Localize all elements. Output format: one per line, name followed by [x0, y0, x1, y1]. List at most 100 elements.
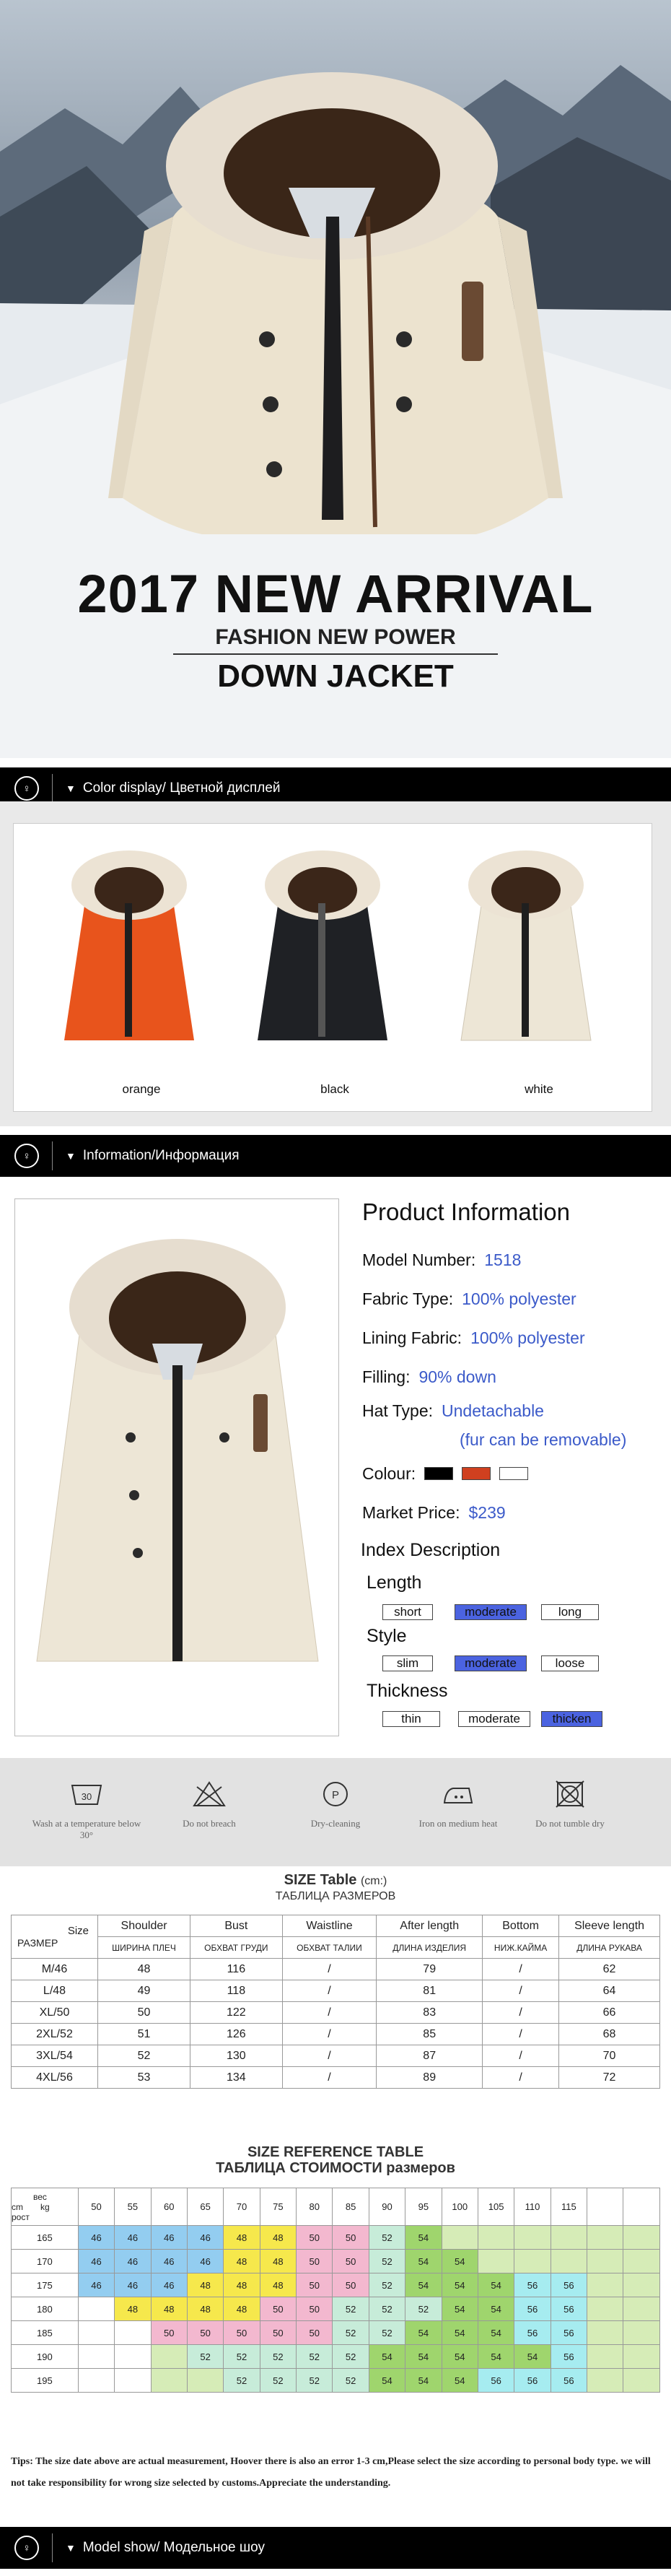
color-display: orange black white	[0, 801, 671, 1126]
no-bleach-icon	[193, 1781, 226, 1806]
ref-size-cell: 50	[186, 2320, 224, 2345]
bar-separator	[52, 774, 53, 803]
hat-note: (fur can be removable)	[460, 1430, 627, 1449]
option-thickness-moderate[interactable]: moderate	[458, 1711, 530, 1727]
ref-size-cell: 56	[550, 2297, 588, 2321]
ref-table-row: 190 52 52 52 52 52 54 54 54 54 54 56	[11, 2344, 660, 2369]
ref-size-cell: 56	[550, 2368, 588, 2393]
size-value-cell: /	[281, 1958, 377, 1980]
ref-size-cell	[587, 2297, 624, 2321]
colour-swatch-black[interactable]	[424, 1467, 454, 1480]
ref-height-label: рост	[12, 2211, 30, 2222]
size-label-cell: XL/50	[11, 2001, 98, 2024]
size-value-cell: 70	[558, 2045, 660, 2067]
ref-size-cell: 54	[405, 2225, 442, 2250]
option-length-short[interactable]: short	[382, 1604, 433, 1620]
ref-weight-header: 65	[186, 2188, 224, 2226]
ref-empty-header	[623, 2188, 660, 2226]
row-label: Colour:	[362, 1463, 416, 1483]
size-value-cell: 126	[190, 2023, 283, 2045]
option-length-long[interactable]: long	[541, 1604, 599, 1620]
hero-subtitle-2: DOWN JACKET	[217, 658, 454, 694]
ref-size-cell: 48	[186, 2273, 224, 2297]
size-reference-table: вес cm kg рост 50 55 60 65 70 75 80 85 90 95 100 105…	[11, 2188, 660, 2393]
size-header: Sleeve length	[558, 1915, 660, 1937]
option-thickness-thicken[interactable]: thicken	[541, 1711, 602, 1727]
colour-swatch-white[interactable]	[499, 1467, 529, 1480]
size-value-cell: 122	[190, 2001, 283, 2024]
ref-size-cell	[477, 2225, 515, 2250]
ref-size-cell: 54	[405, 2368, 442, 2393]
ref-size-cell	[477, 2249, 515, 2273]
ref-size-cell: 46	[150, 2225, 188, 2250]
size-header-ru: ШИРИНА ПЛЕЧ	[97, 1936, 191, 1959]
color-label-white: white	[525, 1082, 553, 1096]
ref-size-cell	[550, 2225, 588, 2250]
size-value-cell: /	[281, 2023, 377, 2045]
ref-size-cell: 48	[186, 2297, 224, 2321]
product-info-heading: Product Information	[362, 1198, 570, 1225]
ref-size-cell: 54	[441, 2297, 478, 2321]
product-jacket-image	[36, 1239, 319, 1662]
ref-size-cell: 54	[405, 2273, 442, 2297]
ref-size-cell: 52	[332, 2368, 369, 2393]
dry-clean-icon: P	[323, 1782, 348, 1806]
ref-size-cell: 52	[259, 2368, 297, 2393]
bar-separator	[52, 2533, 53, 2562]
jacket-white-image[interactable]	[454, 845, 598, 1062]
ref-size-cell: 48	[114, 2297, 152, 2321]
color-label-orange: orange	[122, 1082, 161, 1096]
section-bar-info: ♀ ▼ Information/Информация	[0, 1135, 671, 1177]
index-label-length: Length	[367, 1572, 422, 1593]
ref-size-cell	[623, 2273, 660, 2297]
ref-size-cell	[587, 2225, 624, 2250]
ref-size-cell	[623, 2344, 660, 2369]
option-style-loose[interactable]: loose	[541, 1655, 599, 1671]
ref-size-cell: 52	[186, 2344, 224, 2369]
size-header: Shoulder	[97, 1915, 191, 1937]
ref-size-cell	[623, 2320, 660, 2345]
ref-size-cell: 52	[259, 2344, 297, 2369]
product-image[interactable]	[14, 1198, 339, 1736]
ref-size-cell: 46	[77, 2273, 115, 2297]
ref-size-cell	[114, 2320, 152, 2345]
size-value-cell: 68	[558, 2023, 660, 2045]
jacket-orange-image[interactable]	[57, 845, 201, 1062]
size-value-cell: /	[281, 2045, 377, 2067]
size-value-cell: /	[281, 2001, 377, 2024]
bar-separator	[52, 1141, 53, 1170]
ref-table-title: SIZE REFERENCE TABLE	[247, 2144, 424, 2160]
option-style-slim[interactable]: slim	[382, 1655, 433, 1671]
ref-empty-header	[587, 2188, 624, 2226]
ref-size-cell: 52	[368, 2273, 406, 2297]
option-style-moderate[interactable]: moderate	[455, 1655, 527, 1671]
size-table-title: SIZE Table (cm:)	[0, 1872, 671, 1889]
ref-size-cell	[550, 2249, 588, 2273]
jacket-black-image[interactable]	[250, 845, 395, 1062]
row-market-price: Market Price: $239	[362, 1493, 665, 1532]
row-value: 100% polyester	[470, 1328, 585, 1347]
size-header-ru: НИЖ.КАЙМА	[482, 1936, 560, 1959]
row-lining-fabric: Lining Fabric: 100% polyester	[362, 1318, 665, 1357]
size-table-title-text: SIZE Table	[284, 1872, 357, 1888]
size-table: Size РАЗМЕР Shoulder Bust Waistline Afte…	[11, 1915, 660, 2089]
option-thickness-thin[interactable]: thin	[382, 1711, 440, 1727]
colour-swatch-orange[interactable]	[462, 1467, 491, 1480]
option-length-moderate[interactable]: moderate	[455, 1604, 527, 1620]
product-page: 2017 NEW ARRIVAL FASHION NEW POWER DOWN …	[0, 0, 671, 2576]
size-header: Waistline	[281, 1915, 377, 1937]
size-header-ru: ОБХВАТ ГРУДИ	[190, 1936, 283, 1959]
ref-size-cell: 54	[441, 2320, 478, 2345]
ref-size-cell: 50	[332, 2273, 369, 2297]
size-value-cell: 89	[376, 2066, 483, 2089]
care-item: Do not tumble dry	[512, 1780, 628, 1829]
ref-size-cell: 52	[405, 2297, 442, 2321]
ref-size-cell: 46	[77, 2225, 115, 2250]
ref-weight-header: 75	[259, 2188, 297, 2226]
ref-weight-label: вес	[33, 2191, 47, 2202]
size-value-cell: 118	[190, 1980, 283, 2002]
size-value-cell: 53	[97, 2066, 191, 2089]
ref-size-cell: 50	[296, 2225, 333, 2250]
ref-weight-header: 105	[477, 2188, 515, 2226]
row-label: Lining Fabric:	[362, 1328, 462, 1347]
